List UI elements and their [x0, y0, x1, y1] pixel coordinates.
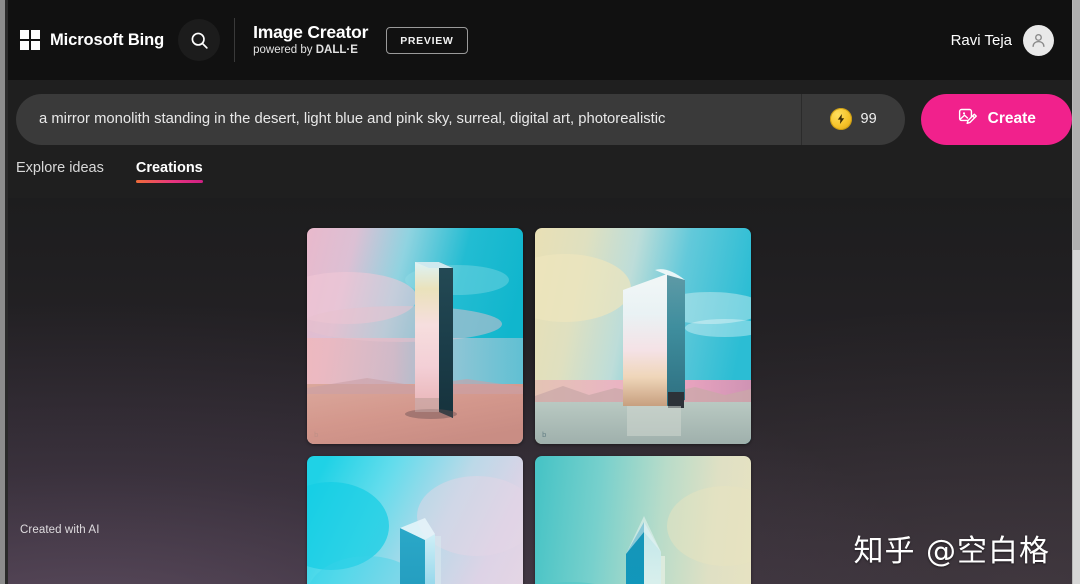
header-divider	[234, 18, 236, 62]
create-button[interactable]: Create	[920, 93, 1072, 145]
search-icon	[189, 30, 210, 51]
monolith-teal-pink-sunset-art: b	[307, 228, 523, 444]
microsoft-logo-icon	[20, 30, 40, 50]
gallery-tabs: Explore ideas Creations	[8, 160, 1072, 198]
svg-text:b: b	[314, 431, 319, 439]
creation-thumbnail-4[interactable]	[535, 456, 751, 584]
prompt-field-container[interactable]: 99	[16, 93, 905, 145]
monolith-cyan-gradient-art	[307, 456, 523, 584]
app-header: Microsoft Bing Image Creator powered by …	[8, 0, 1072, 80]
prompt-input[interactable]	[16, 93, 801, 145]
creations-grid: b b	[307, 228, 751, 584]
creation-thumbnail-3[interactable]	[307, 456, 523, 584]
creation-thumbnail-1[interactable]: b	[307, 228, 523, 444]
prompt-bar: 99 Create	[8, 93, 1072, 145]
lightning-bolt-coin-icon	[829, 108, 852, 130]
tab-explore-ideas[interactable]: Explore ideas	[16, 160, 104, 188]
monolith-pointed-teal-art	[535, 456, 751, 584]
account-name: Ravi Teja	[950, 31, 1012, 49]
window-left-gutter	[5, 0, 8, 584]
search-button[interactable]	[178, 19, 221, 61]
image-wand-icon	[957, 106, 978, 132]
zhihu-watermark: 知乎 @空白格	[853, 534, 1050, 569]
brand-label: Microsoft Bing	[50, 30, 165, 49]
product-subtitle: powered by DALL·E	[253, 44, 368, 57]
create-button-label: Create	[987, 110, 1036, 127]
tab-creations[interactable]: Creations	[135, 160, 203, 188]
preview-badge[interactable]: PREVIEW	[386, 26, 468, 54]
svg-text:b: b	[542, 431, 547, 439]
vertical-scrollbar[interactable]	[1072, 0, 1080, 584]
person-icon	[1032, 33, 1045, 47]
boost-count-label: 99	[860, 111, 877, 127]
bing-brand-link[interactable]: Microsoft Bing	[20, 30, 164, 50]
image-creator-page: Microsoft Bing Image Creator powered by …	[0, 0, 1080, 584]
monolith-wide-cream-sky-art: b	[535, 228, 751, 444]
product-subtitle-prefix: powered by	[253, 44, 316, 57]
page-title: Image Creator	[253, 21, 369, 42]
product-subtitle-brand: DALL·E	[315, 44, 358, 57]
creations-panel: Created with AI b b 知乎 @空白格	[8, 198, 1072, 584]
creation-thumbnail-2[interactable]: b	[535, 228, 751, 444]
created-with-ai-label: Created with AI	[20, 524, 100, 536]
scrollbar-thumb[interactable]	[1073, 0, 1080, 250]
product-identity: Image Creator powered by DALL·E	[253, 21, 369, 57]
boost-counter[interactable]: 99	[802, 94, 905, 145]
avatar[interactable]	[1023, 24, 1054, 56]
account-menu[interactable]: Ravi Teja	[950, 24, 1054, 56]
